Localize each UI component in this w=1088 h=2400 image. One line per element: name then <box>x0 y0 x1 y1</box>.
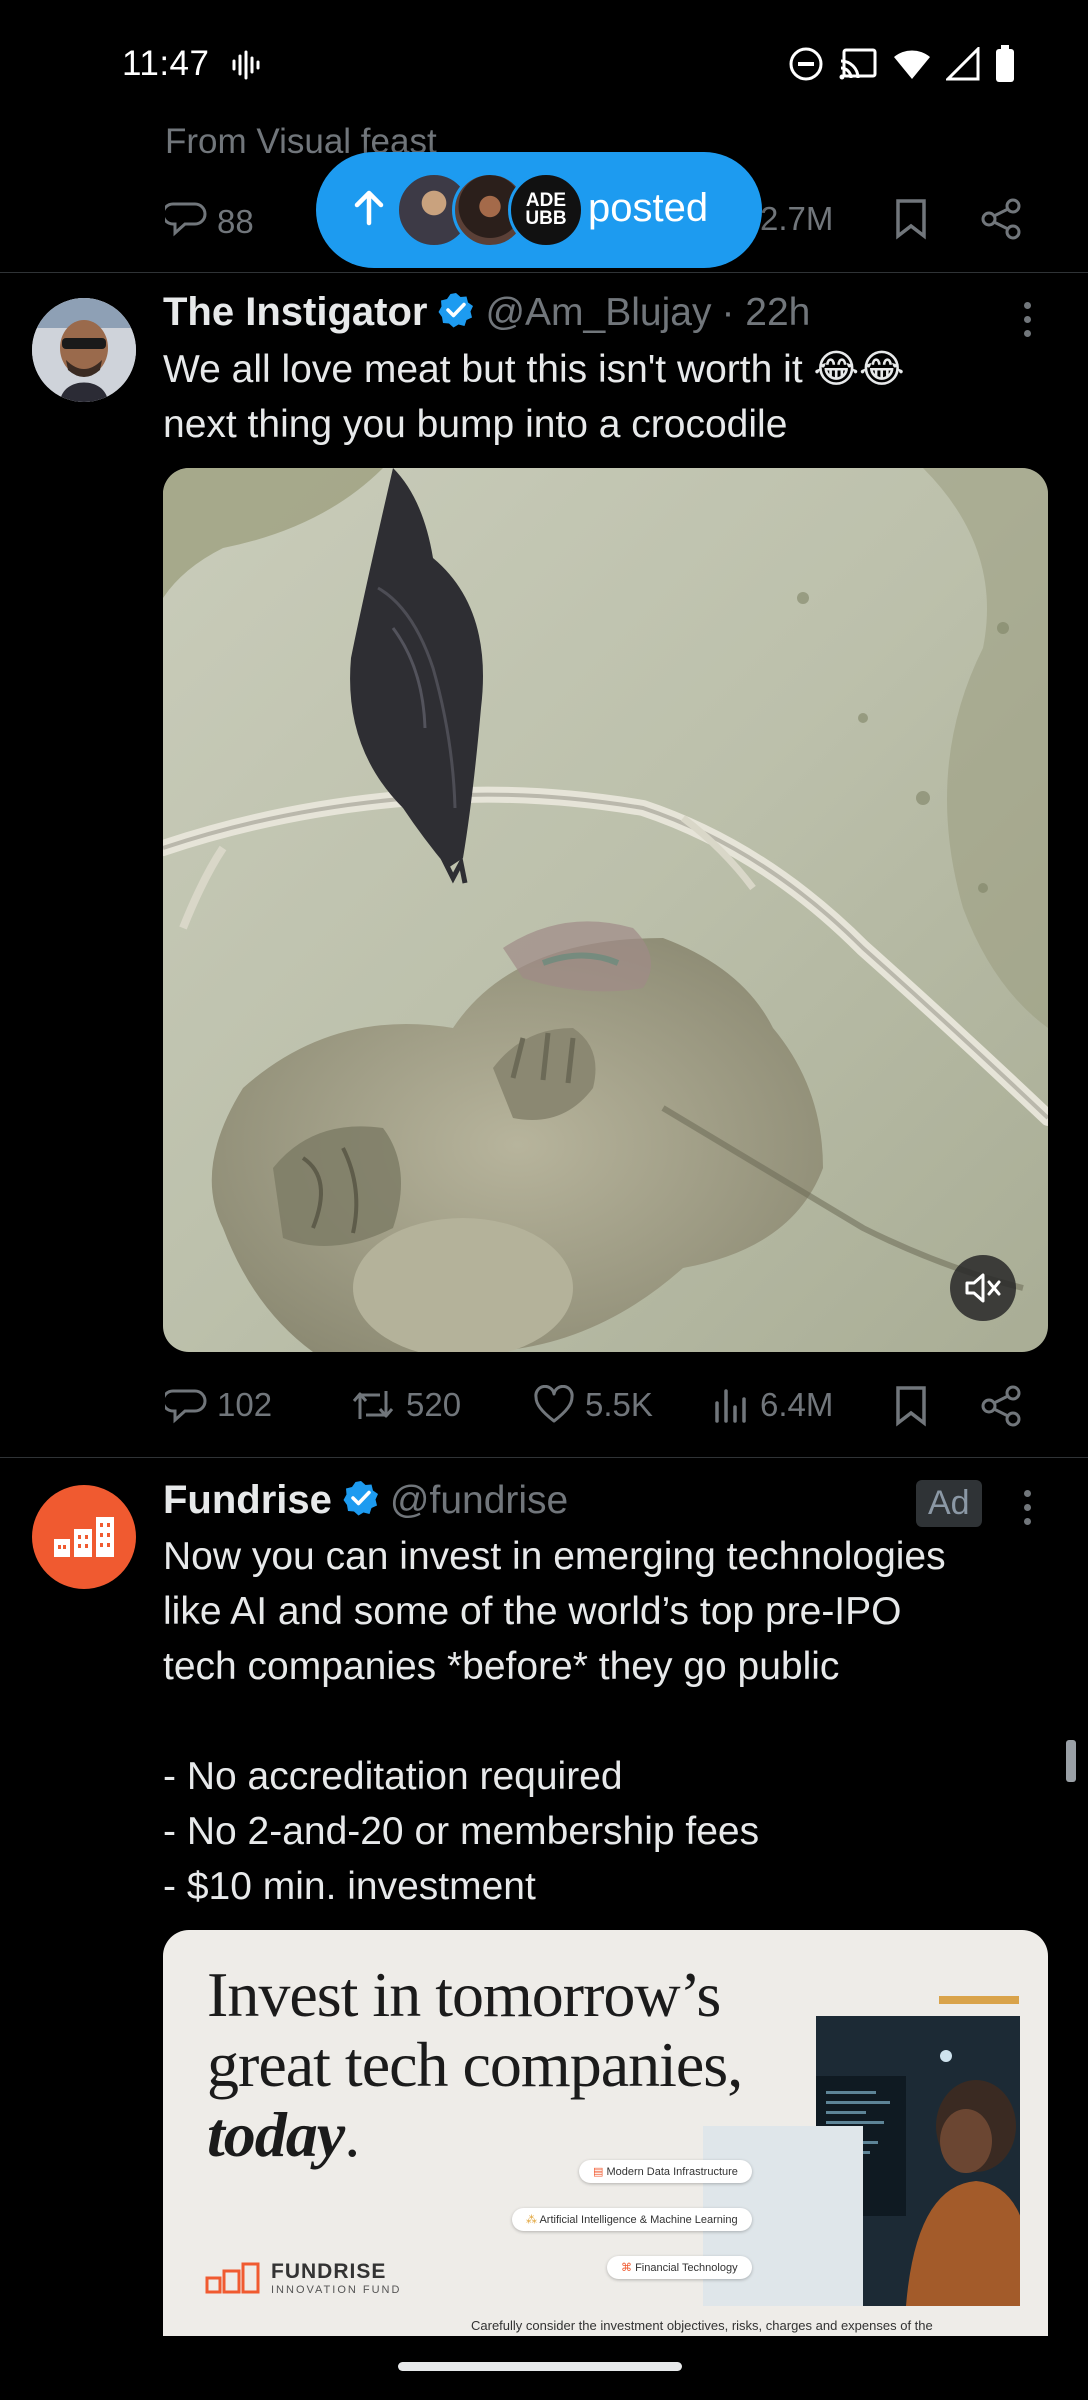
home-indicator[interactable] <box>398 2362 682 2371</box>
view-count-value: 2.7M <box>760 200 834 237</box>
retweet-icon <box>352 1391 394 1419</box>
share-button[interactable] <box>980 198 1022 245</box>
ad-headline-emphasis: today <box>207 2099 345 2170</box>
reply-count: 102 <box>217 1386 273 1423</box>
tweet-text-line: next thing you bump into a crocodile <box>163 403 788 446</box>
more-options-button[interactable] <box>1021 302 1033 337</box>
volume-off-icon <box>965 1273 1001 1303</box>
author-name[interactable]: The Instigator <box>163 290 427 335</box>
tweet-text-line: tech companies *before* they go public <box>163 1645 840 1688</box>
bookmark-icon <box>896 1386 926 1427</box>
tweet-text-line: We all love meat but this isn't worth it… <box>163 348 905 391</box>
tweet-text: We all love meat but this isn't worth it… <box>163 342 1053 452</box>
ad-badge: Ad <box>916 1480 982 1527</box>
divider <box>0 1457 1088 1458</box>
tweet-header: Fundrise @fundrise <box>163 1478 568 1523</box>
author-name[interactable]: Fundrise <box>163 1478 332 1523</box>
fundrise-avatar[interactable] <box>32 1485 136 1589</box>
ad-tag: ▤ Modern Data Infrastructure <box>579 2160 752 2183</box>
like-count: 5.5K <box>585 1386 653 1423</box>
new-posts-pill[interactable]: ADE UBB posted <box>316 152 762 268</box>
ad-image[interactable]: Invest in tomorrow’s great tech companie… <box>163 1930 1048 2336</box>
ad-headline: Invest in tomorrow’s great tech companie… <box>207 1959 743 2170</box>
voice-wave-icon <box>230 50 262 85</box>
ad-disclaimer: Carefully consider the investment object… <box>471 2318 933 2333</box>
share-icon <box>981 1385 1021 1427</box>
divider <box>0 272 1088 273</box>
retweet-count: 520 <box>406 1386 462 1423</box>
tweet-text-line: like AI and some of the world’s top pre-… <box>163 1590 902 1633</box>
signal-icon <box>944 44 980 86</box>
author-handle[interactable]: @fundrise <box>390 1479 568 1523</box>
scrollbar[interactable] <box>1066 1740 1076 1782</box>
view-count: 6.4M <box>760 1386 834 1423</box>
tweet-time: · 22h <box>721 290 811 334</box>
video-frame <box>163 468 1048 1352</box>
ad-brand: FUNDRISE INNOVATION FUND <box>205 2260 401 2296</box>
wifi-icon <box>892 47 932 86</box>
do-not-disturb-icon <box>788 46 824 87</box>
views-button[interactable]: 6.4M <box>712 1385 833 1425</box>
ad-brand-name: FUNDRISE <box>271 2260 387 2283</box>
ad-headline-punct: . <box>344 2099 360 2170</box>
tweet-video[interactable] <box>163 468 1048 1352</box>
fundrise-logo-icon <box>54 1517 114 1557</box>
status-time: 11:47 <box>122 44 210 83</box>
view-count[interactable]: 2.7M <box>760 200 833 238</box>
arrow-up-icon <box>354 190 384 226</box>
posted-label: posted <box>588 186 709 230</box>
author-handle[interactable]: @Am_Blujay <box>485 291 711 335</box>
reply-count: 88 <box>217 203 254 240</box>
mute-button[interactable] <box>950 1255 1016 1321</box>
ad-headline-line: Invest in tomorrow’s <box>207 1959 721 2030</box>
status-icons <box>788 44 1016 88</box>
tweet-text-line: - No 2-and-20 or membership fees <box>163 1810 760 1853</box>
bookmark-icon <box>896 199 926 240</box>
like-button[interactable]: 5.5K <box>533 1385 653 1425</box>
tweet-text-line: - $10 min. investment <box>163 1865 536 1908</box>
ad-accent-bar <box>939 1996 1019 2004</box>
cast-icon <box>838 47 878 86</box>
fundrise-logo-icon <box>205 2262 260 2294</box>
ad-brand-sub: INNOVATION FUND <box>271 2284 402 2296</box>
reply-button[interactable]: 102 <box>165 1385 272 1425</box>
battery-icon <box>994 44 1016 88</box>
reply-button[interactable]: 88 <box>161 198 254 246</box>
share-button[interactable] <box>980 1385 1022 1432</box>
more-options-button[interactable] <box>1021 1490 1033 1525</box>
bookmark-button[interactable] <box>893 1385 929 1432</box>
bookmark-button[interactable] <box>893 198 929 245</box>
analytics-icon <box>715 1389 746 1423</box>
posted-avatar-3: ADE UBB <box>508 172 584 248</box>
tweet-text-line: - No accreditation required <box>163 1755 623 1798</box>
reply-icon <box>161 198 207 246</box>
verified-badge-icon <box>437 291 475 334</box>
reply-icon <box>165 1389 207 1424</box>
tweet-text-line <box>163 1694 1063 1749</box>
retweet-button[interactable]: 520 <box>350 1385 461 1425</box>
ad-headline-line: great tech companies, <box>207 2029 743 2100</box>
heart-icon <box>534 1385 574 1423</box>
tweet-text-line: Now you can invest in emerging technolog… <box>163 1535 946 1578</box>
ad-tag: ⁂ Artificial Intelligence & Machine Lear… <box>512 2208 752 2231</box>
ad-tag: ⌘ Financial Technology <box>607 2256 752 2279</box>
tweet-text: Now you can invest in emerging technolog… <box>163 1529 1063 1914</box>
author-avatar[interactable] <box>32 298 136 402</box>
share-icon <box>981 198 1021 240</box>
tweet-header: The Instigator @Am_Blujay · 22h <box>163 290 810 335</box>
verified-badge-icon <box>342 1479 380 1522</box>
